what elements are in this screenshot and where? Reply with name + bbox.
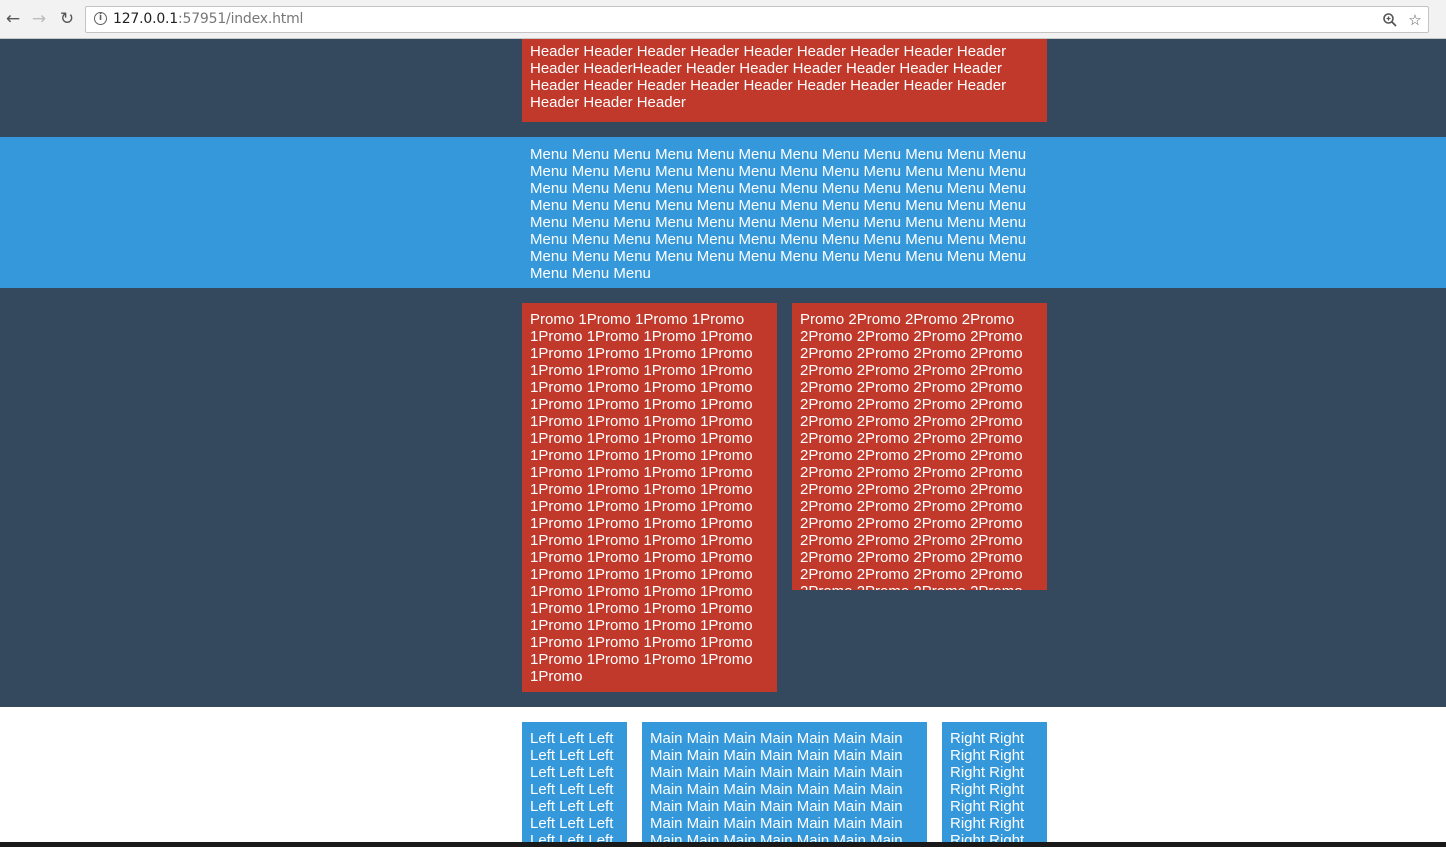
reload-icon: ↻ <box>59 9 75 29</box>
menu-box: Menu Menu Menu Menu Menu Menu Menu Menu … <box>522 137 1047 288</box>
left-text: Left Left Left Left Left Left Left Left … <box>530 730 614 847</box>
taskbar-edge <box>0 842 1446 847</box>
url-text[interactable]: 127.0.0.1:57951/index.html <box>113 11 303 27</box>
menu-text: Menu Menu Menu Menu Menu Menu Menu Menu … <box>530 146 1027 282</box>
main-column: Main Main Main Main Main Main Main Main … <box>642 722 927 847</box>
address-bar[interactable]: i 127.0.0.1:57951/index.html ☆ <box>85 6 1429 33</box>
menu-band: Menu Menu Menu Menu Menu Menu Menu Menu … <box>0 137 1446 288</box>
forward-button[interactable]: → <box>28 8 50 30</box>
right-text: Right Right Right Right Right Right Righ… <box>950 730 1025 847</box>
promo-2-box: Promo 2Promo 2Promo 2Promo 2Promo 2Promo… <box>792 303 1047 590</box>
arrow-left-icon: ← <box>5 9 21 29</box>
page-viewport: Header Header Header Header Header Header… <box>0 39 1446 847</box>
promo-1-text: Promo 1Promo 1Promo 1Promo 1Promo 1Promo… <box>530 311 753 685</box>
content-band: Left Left Left Left Left Left Left Left … <box>0 707 1446 847</box>
url-host: 127.0.0.1 <box>113 11 178 27</box>
left-column: Left Left Left Left Left Left Left Left … <box>522 722 627 847</box>
right-column: Right Right Right Right Right Right Righ… <box>942 722 1047 847</box>
promo-2-text: Promo 2Promo 2Promo 2Promo 2Promo 2Promo… <box>800 311 1023 590</box>
reload-button[interactable]: ↻ <box>56 8 78 30</box>
browser-toolbar: ← → ↻ i 127.0.0.1:57951/index.html ☆ <box>0 0 1446 39</box>
promo-1-box: Promo 1Promo 1Promo 1Promo 1Promo 1Promo… <box>522 303 777 692</box>
back-button[interactable]: ← <box>2 8 24 30</box>
header-text: Header Header Header Header Header Header… <box>530 39 1007 111</box>
promo-band: Promo 1Promo 1Promo 1Promo 1Promo 1Promo… <box>0 288 1446 707</box>
star-icon[interactable]: ☆ <box>1405 10 1425 30</box>
header-box: Header Header Header Header Header Header… <box>522 39 1047 122</box>
header-band: Header Header Header Header Header Header… <box>0 39 1446 137</box>
arrow-right-icon: → <box>31 9 47 29</box>
info-icon[interactable]: i <box>94 12 107 25</box>
url-path: :57951/index.html <box>178 11 304 27</box>
zoom-icon[interactable] <box>1380 10 1400 30</box>
main-text: Main Main Main Main Main Main Main Main … <box>650 730 903 847</box>
